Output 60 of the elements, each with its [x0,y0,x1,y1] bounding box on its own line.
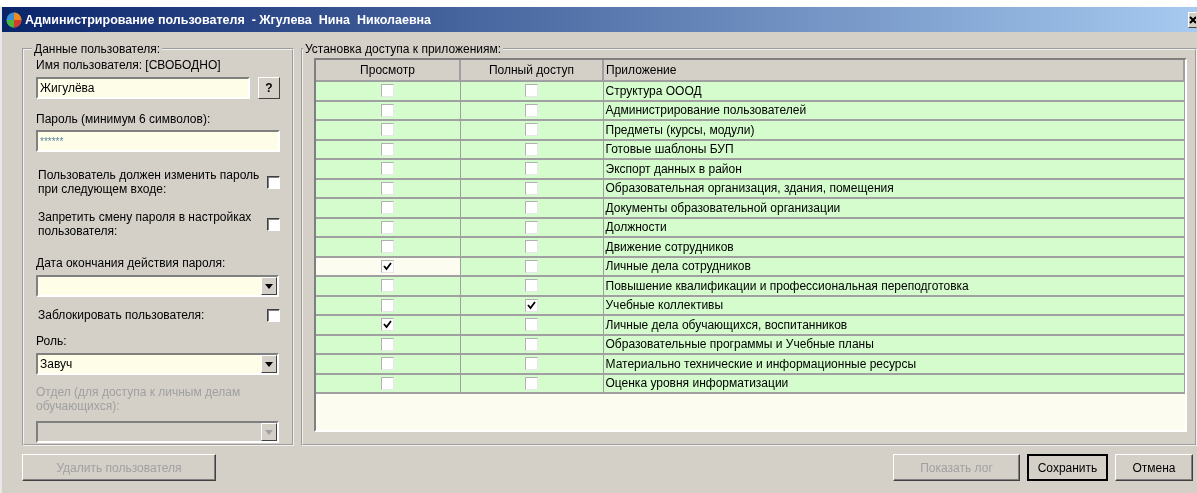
checkbox[interactable] [525,220,538,234]
checkbox[interactable] [525,181,538,195]
dialog-button[interactable]: Сохранить [1027,454,1108,481]
option-label: Заблокировать пользователя: [38,308,206,322]
checkbox[interactable] [525,123,538,137]
checkbox[interactable] [381,220,395,234]
checkbox[interactable] [525,337,538,351]
checkbox[interactable] [525,240,538,254]
option-label: Запретить смену пароля в настройках пользователя: [38,210,253,238]
checkbox[interactable] [267,217,280,231]
group-title: Данные пользователя: [33,42,161,56]
field-label: Пароль (минимум 6 символов): [36,112,212,126]
checkbox[interactable] [525,201,538,215]
close-button[interactable] [1188,11,1197,28]
checkbox[interactable] [381,240,395,254]
checkbox[interactable] [381,337,395,351]
checkbox[interactable] [381,279,395,293]
app-logo-icon [6,11,22,28]
field-label: Роль: [36,334,68,348]
checkbox[interactable] [381,142,395,156]
checkbox[interactable] [381,259,395,273]
field-label: Имя пользователя: [СВОБОДНО] [36,58,222,72]
column-header[interactable]: Полный доступ [460,60,603,81]
checkbox[interactable] [381,84,395,98]
checkbox[interactable] [381,162,395,176]
group-title: Установка доступа к приложениям: [304,42,503,56]
date-dropdown[interactable] [36,275,279,297]
username-field[interactable]: Жигулёва [36,77,250,99]
checkbox[interactable] [525,259,538,273]
checkbox[interactable] [525,142,538,156]
checkbox[interactable] [381,318,395,332]
checkbox[interactable] [525,84,538,98]
checkbox[interactable] [381,376,395,390]
checkbox[interactable] [381,298,395,312]
help-button[interactable]: ? [258,77,280,99]
window-title: Администрирование пользователя - Жгулева Нина Николаевна [25,12,433,27]
dropdown-arrow-icon [265,429,273,435]
column-header[interactable]: Приложение [603,60,1184,81]
checkbox[interactable] [525,376,538,390]
checkbox[interactable] [525,318,538,332]
dialog-button[interactable]: Отмена [1115,454,1193,481]
checkbox[interactable] [525,357,538,371]
checkbox[interactable] [525,162,538,176]
checkbox[interactable] [381,357,395,371]
checkbox[interactable] [525,103,538,117]
checkbox[interactable] [381,201,395,215]
dropdown-arrow-icon [265,361,273,367]
checkbox[interactable] [525,298,538,312]
checkbox[interactable] [525,279,538,293]
role-dropdown[interactable]: Завуч [36,353,279,375]
checkbox[interactable] [267,308,280,322]
column-header[interactable]: Просмотр [316,60,460,81]
password-field[interactable]: ****** [36,130,280,152]
field-label: Дата окончания действия пароля: [36,256,227,270]
checkbox[interactable] [267,175,280,189]
checkbox[interactable] [381,103,395,117]
option-label: Пользователь должен изменить пароль при следующем входе: [38,168,261,196]
checkbox[interactable] [381,181,395,195]
checkbox[interactable] [381,123,395,137]
dropdown-arrow-icon [265,283,273,289]
